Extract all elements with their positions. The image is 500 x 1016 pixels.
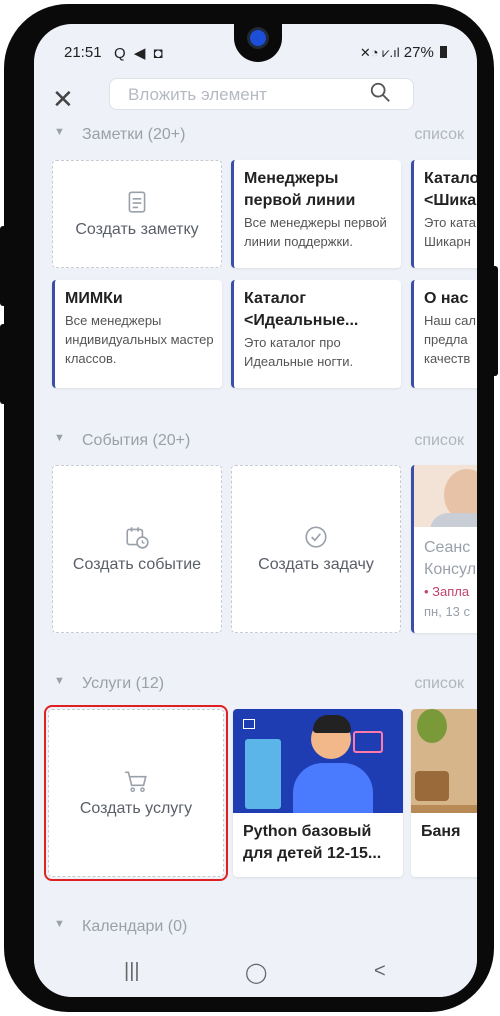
content-scroll[interactable]: ▼ Заметки (20+) список Создать заметку М… (34, 122, 477, 962)
service-card[interactable]: Баня (411, 709, 477, 877)
create-note-button[interactable]: Создать заметку (52, 160, 222, 268)
note-title: О нас (424, 290, 469, 307)
chevron-down-icon[interactable]: ▼ (54, 675, 65, 687)
phone-frame: 21:51 Q ◀ ◘ ✕◔ ⩗.ıl 27% ✕ Вложить элемен… (0, 4, 498, 1012)
note-card[interactable]: Каталог <Идеальные... Это каталог про Ид… (231, 280, 401, 388)
note-desc: Все менеджеры индивидуальных мастер клас… (65, 313, 214, 366)
top-bar: ✕ Вложить элемент (34, 78, 477, 122)
notes-header-title: Заметки (20+) (82, 126, 186, 143)
event-status: • Запла (424, 584, 470, 599)
calendars-section-header[interactable]: ▼ Календари (0) (54, 918, 464, 942)
events-section-header[interactable]: ▼ События (20+) список (54, 432, 464, 456)
chevron-down-icon[interactable]: ▼ (54, 432, 65, 444)
note-card[interactable]: МИМКи Все менеджеры индивидуальных масте… (52, 280, 222, 388)
create-service-label: Создать услугу (79, 800, 193, 817)
service-image (233, 709, 403, 813)
close-icon[interactable]: ✕ (52, 84, 74, 115)
chevron-down-icon[interactable]: ▼ (54, 126, 65, 138)
system-navbar: ||| ◯ < (34, 950, 477, 997)
create-service-button[interactable]: Создать услугу (44, 705, 228, 881)
calendar-clock-icon (126, 527, 149, 549)
services-list-link[interactable]: список (414, 675, 464, 693)
note-icon (128, 191, 146, 213)
cart-icon (125, 771, 147, 792)
create-event-label: Создать событие (72, 556, 202, 573)
power-button (0, 324, 8, 404)
service-image (411, 709, 477, 813)
note-desc: Это каталог про Идеальные ногти. (244, 335, 354, 369)
services-header-title: Услуги (12) (82, 675, 165, 692)
events-header-title: События (20+) (82, 432, 191, 449)
chevron-down-icon[interactable]: ▼ (54, 918, 65, 930)
events-list-link[interactable]: список (414, 432, 464, 450)
screen: 21:51 Q ◀ ◘ ✕◔ ⩗.ıl 27% ✕ Вложить элемен… (34, 24, 477, 997)
search-icon[interactable] (369, 81, 391, 103)
notes-list-link[interactable]: список (414, 126, 464, 144)
event-date: пн, 13 с (424, 604, 471, 619)
note-card[interactable]: О нас Наш сал предла качеств (411, 280, 477, 388)
create-event-button[interactable]: Создать событие (52, 465, 222, 633)
event-card[interactable]: Сеанс Консул • Запла пн, 13 с (411, 465, 477, 633)
status-time: 21:51 (64, 44, 102, 61)
battery-icon (440, 46, 447, 58)
battery-level: 27% (403, 44, 434, 61)
note-title: Менеджеры первой линии (244, 170, 356, 209)
create-note-label: Создать заметку (75, 221, 199, 238)
service-title: Баня (421, 823, 461, 840)
recent-apps-button[interactable]: ||| (124, 960, 140, 983)
event-title: Сеанс Консул (424, 539, 477, 578)
service-title: Python базовый для детей 12-15... (243, 823, 382, 862)
calendars-header-title: Календари (0) (82, 918, 188, 935)
check-circle-icon (305, 526, 327, 548)
volume-button (0, 226, 8, 306)
status-right: ✕◔ ⩗.ıl 27% (360, 44, 447, 61)
search-placeholder: Вложить элемент (128, 85, 267, 104)
create-task-button[interactable]: Создать задачу (231, 465, 401, 633)
service-card[interactable]: Python базовый для детей 12-15... (233, 709, 403, 877)
avatar (414, 465, 477, 527)
home-button[interactable]: ◯ (245, 960, 267, 985)
notification-icons: Q ◀ ◘ (114, 45, 165, 62)
note-desc: Это ката Шикарн (424, 215, 476, 249)
note-desc: Все менеджеры первой линии поддержки. (244, 215, 387, 249)
back-button[interactable]: < (374, 960, 386, 983)
note-desc: Наш сал предла качеств (424, 313, 476, 366)
side-button-right (490, 266, 498, 376)
note-card[interactable]: Катало <Шика Это ката Шикарн (411, 160, 477, 268)
note-card[interactable]: Менеджеры первой линии Все менеджеры пер… (231, 160, 401, 268)
search-input[interactable]: Вложить элемент (109, 78, 414, 110)
signal-icons: ✕◔ ⩗.ıl (359, 45, 400, 60)
note-title: Каталог <Идеальные... (244, 290, 359, 329)
note-title: МИМКи (65, 290, 123, 307)
note-title: Катало <Шика (424, 170, 477, 209)
create-task-label: Создать задачу (258, 556, 374, 573)
notes-section-header[interactable]: ▼ Заметки (20+) список (54, 126, 464, 150)
services-section-header[interactable]: ▼ Услуги (12) список (54, 675, 464, 699)
